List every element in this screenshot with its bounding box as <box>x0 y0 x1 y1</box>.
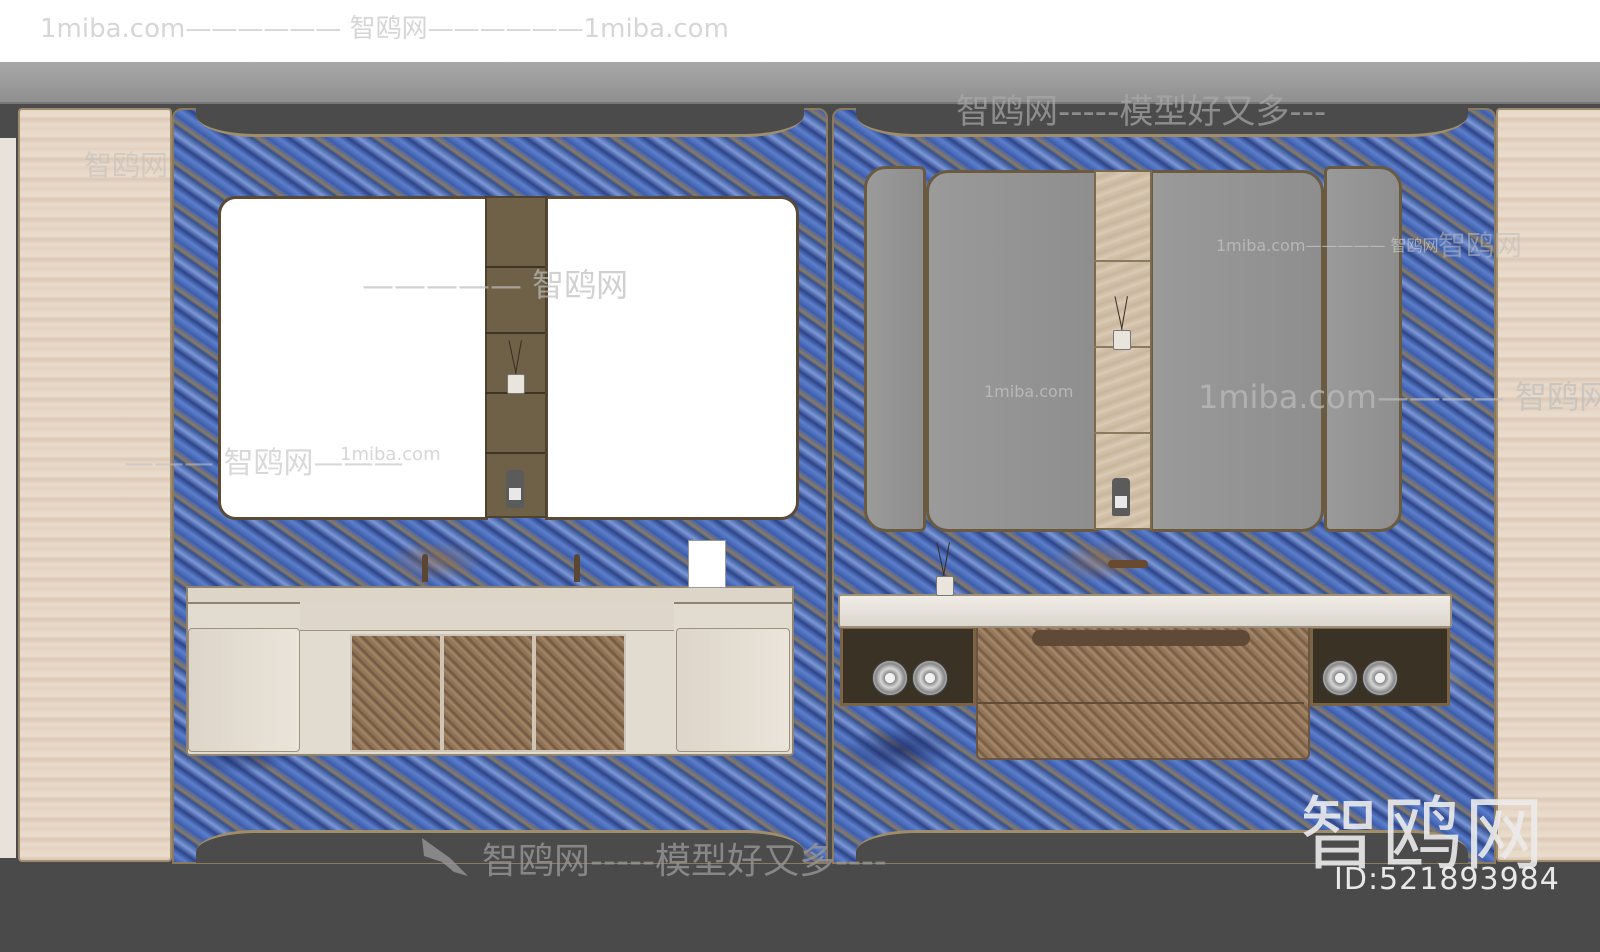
watermark-mirror-right: 1miba.com———— 智鸥网————— <box>1198 378 1600 416</box>
watermark-mirror-right-small: 1miba.com <box>984 382 1074 401</box>
cabinet-side-right <box>676 628 790 752</box>
cabinet-side-left <box>188 628 300 752</box>
bottle-label <box>1115 496 1127 508</box>
cabinet-door <box>350 634 442 752</box>
watermark-top-right: 智鸥网-----模型好又多--- <box>956 92 1327 132</box>
shelf-divider <box>485 452 545 454</box>
mirror-right-b <box>1150 170 1324 532</box>
cabinet-door <box>534 634 626 752</box>
mirror-right-a <box>926 170 1098 532</box>
reed-diffuser-icon <box>507 374 525 394</box>
rolled-towel-icon <box>1322 660 1358 696</box>
watermark-left-panel: ——— 智鸥网——— <box>124 446 404 481</box>
travertine-column-right <box>1496 108 1600 862</box>
watermark-mirror-left: ————— 智鸥网 <box>362 266 629 304</box>
reed-diffuser-icon <box>936 576 954 596</box>
watermark-mirror-right-small-2: 1miba.com————— 智鸥网 <box>1216 236 1439 255</box>
travertine-column-left <box>18 108 172 862</box>
vanity-countertop-right <box>838 594 1452 628</box>
vanity-drawer-right <box>976 626 1310 760</box>
wall-faucet-icon <box>1108 560 1148 568</box>
niche-shelf-right <box>1094 170 1152 530</box>
mirror-left-b <box>545 196 799 520</box>
mirror-wing-left <box>864 166 926 532</box>
reed-diffuser-icon <box>1113 330 1131 350</box>
model-id-label: ID:521893984 <box>1334 862 1560 897</box>
open-towel-shelf-left <box>840 626 976 706</box>
drawer-handle <box>1032 630 1250 646</box>
render-canvas: 1miba.com—————— 智鸥网——————1miba.com 智鸥网--… <box>0 0 1600 952</box>
faucet-icon <box>574 554 580 582</box>
faucet-icon <box>422 554 428 582</box>
rolled-towel-icon <box>912 660 948 696</box>
cabinet-door <box>442 634 534 752</box>
shelf-divider <box>1094 432 1150 434</box>
rolled-towel-icon <box>1362 660 1398 696</box>
watermark-top: 1miba.com—————— 智鸥网——————1miba.com <box>40 14 729 44</box>
panel-top-arch-left <box>196 108 804 137</box>
rolled-towel-icon <box>872 660 908 696</box>
watermark-bottom: 智鸥网-----模型好又多---- <box>482 841 887 882</box>
ceiling-band <box>0 62 1600 104</box>
left-wall-edge <box>0 138 16 858</box>
shelf-divider <box>1094 260 1150 262</box>
bird-logo-icon <box>422 838 468 876</box>
watermark-left-column: 智鸥网 <box>84 149 169 182</box>
cabinet-top-panel <box>300 602 674 631</box>
mirror-wing-right <box>1324 166 1402 532</box>
watermark-right-column: 智鸥网 <box>1438 229 1523 262</box>
drawer-split-line <box>978 702 1304 704</box>
soap-dispenser-set-icon <box>688 540 726 588</box>
shelf-divider <box>485 332 545 334</box>
bottle-label <box>509 488 521 500</box>
